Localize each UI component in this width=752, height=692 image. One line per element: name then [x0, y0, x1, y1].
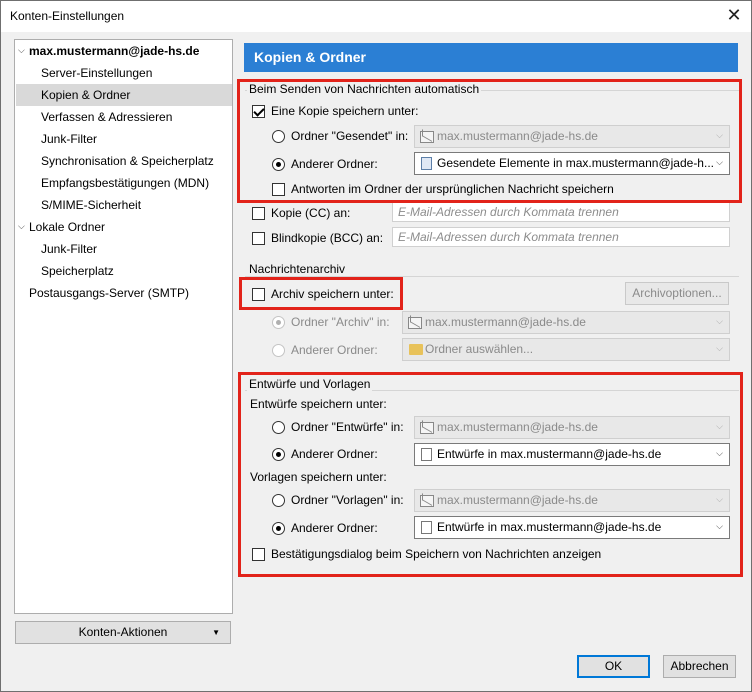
drafts-save-label: Entwürfe speichern unter:: [250, 397, 387, 411]
other-folder-radio[interactable]: [272, 158, 285, 171]
sent-folder-select[interactable]: max.mustermann@jade-hs.de ⌵: [414, 125, 730, 148]
chevron-down-icon: ⌵: [716, 522, 723, 532]
dropdown-arrow-icon: ▼: [212, 628, 220, 637]
confirm-dialog-checkbox[interactable]: [252, 548, 265, 561]
cc-input[interactable]: E-Mail-Adressen durch Kommata trennen: [392, 202, 730, 222]
archive-other-value: Ordner auswählen...: [425, 342, 534, 356]
chevron-down-icon: ⌵: [716, 422, 723, 432]
templates-folder-label: Ordner "Vorlagen" in:: [291, 493, 404, 507]
chevron-down-icon: ⌵: [716, 495, 723, 505]
account-icon: [420, 131, 434, 143]
drafts-group-label: Entwürfe und Vorlagen: [247, 377, 373, 391]
chevron-down-icon: ⌵: [716, 449, 723, 459]
window-title: Konten-Einstellungen: [10, 9, 125, 23]
tree-item-smime[interactable]: S/MIME-Sicherheit: [41, 194, 141, 216]
other-folder-label: Anderer Ordner:: [291, 157, 378, 171]
tree-item-copies-folders[interactable]: Kopien & Ordner: [16, 84, 232, 106]
tree-item-receipts[interactable]: Empfangsbestätigungen (MDN): [41, 172, 209, 194]
archive-folder-select[interactable]: max.mustermann@jade-hs.de ⌵: [402, 311, 730, 334]
chevron-down-icon[interactable]: ⌵: [18, 46, 25, 56]
other-folder-value: Gesendete Elemente in max.mustermann@jad…: [437, 156, 714, 170]
replies-label: Antworten im Ordner der ursprünglichen N…: [291, 182, 614, 196]
account-tree: ⌵ max.mustermann@jade-hs.de Server-Einst…: [14, 39, 233, 614]
bcc-checkbox[interactable]: [252, 232, 265, 245]
cc-checkbox[interactable]: [252, 207, 265, 220]
folder-icon: [421, 157, 432, 170]
account-actions-button[interactable]: Konten-Aktionen ▼: [15, 621, 231, 644]
ok-button[interactable]: OK: [577, 655, 650, 678]
drafts-folder-label: Ordner "Entwürfe" in:: [291, 420, 404, 434]
folder-icon: [409, 344, 423, 355]
drafts-other-select[interactable]: Entwürfe in max.mustermann@jade-hs.de ⌵: [414, 443, 730, 466]
tree-item-sync-storage[interactable]: Synchronisation & Speicherplatz: [41, 150, 214, 172]
templates-other-value: Entwürfe in max.mustermann@jade-hs.de: [437, 520, 662, 534]
templates-folder-value: max.mustermann@jade-hs.de: [437, 493, 598, 507]
cancel-button[interactable]: Abbrechen: [663, 655, 736, 678]
tree-item-composition[interactable]: Verfassen & Adressieren: [41, 106, 172, 128]
sent-folder-radio[interactable]: [272, 130, 285, 143]
archive-folder-value: max.mustermann@jade-hs.de: [425, 315, 586, 329]
tree-item-junk-filter[interactable]: Junk-Filter: [41, 128, 97, 150]
divider: [245, 276, 739, 277]
sent-folder-value: max.mustermann@jade-hs.de: [437, 129, 598, 143]
chevron-down-icon: ⌵: [716, 158, 723, 168]
cc-label: Kopie (CC) an:: [271, 206, 351, 220]
tree-item-server-settings[interactable]: Server-Einstellungen: [41, 62, 152, 84]
account-settings-window: Konten-Einstellungen ✕ ⌵ max.mustermann@…: [0, 0, 752, 692]
document-icon: [421, 448, 432, 461]
templates-other-label: Anderer Ordner:: [291, 521, 378, 535]
archive-label: Archiv speichern unter:: [271, 287, 394, 301]
templates-folder-select[interactable]: max.mustermann@jade-hs.de ⌵: [414, 489, 730, 512]
drafts-folder-radio[interactable]: [272, 421, 285, 434]
account-actions-label: Konten-Aktionen: [78, 625, 168, 639]
tree-local-folders[interactable]: Lokale Ordner: [29, 216, 105, 238]
title-bar: Konten-Einstellungen ✕: [1, 1, 751, 32]
tree-item-local-junk[interactable]: Junk-Filter: [41, 238, 97, 260]
chevron-down-icon: ⌵: [716, 131, 723, 141]
account-icon: [420, 495, 434, 507]
save-copy-checkbox[interactable]: [252, 105, 265, 118]
archive-options-button[interactable]: Archivoptionen...: [625, 282, 729, 305]
account-icon: [408, 317, 422, 329]
confirm-dialog-label: Bestätigungsdialog beim Speichern von Na…: [271, 547, 602, 561]
chevron-down-icon: ⌵: [716, 317, 723, 327]
archive-other-select[interactable]: Ordner auswählen... ⌵: [402, 338, 730, 361]
chevron-down-icon: ⌵: [716, 344, 723, 354]
bcc-label: Blindkopie (BCC) an:: [271, 231, 384, 245]
templates-folder-radio[interactable]: [272, 494, 285, 507]
tree-account[interactable]: max.mustermann@jade-hs.de: [29, 40, 199, 62]
drafts-other-label: Anderer Ordner:: [291, 447, 378, 461]
account-icon: [420, 422, 434, 434]
templates-other-select[interactable]: Entwürfe in max.mustermann@jade-hs.de ⌵: [414, 516, 730, 539]
archive-folder-radio[interactable]: [272, 316, 285, 329]
other-folder-select[interactable]: Gesendete Elemente in max.mustermann@jad…: [414, 152, 730, 175]
send-group-label: Beim Senden von Nachrichten automatisch: [247, 82, 482, 96]
tree-smtp-server[interactable]: Postausgangs-Server (SMTP): [29, 282, 189, 304]
sent-folder-label: Ordner "Gesendet" in:: [291, 129, 409, 143]
archive-group-label: Nachrichtenarchiv: [247, 262, 348, 276]
drafts-folder-value: max.mustermann@jade-hs.de: [437, 420, 598, 434]
templates-other-radio[interactable]: [272, 522, 285, 535]
drafts-folder-select[interactable]: max.mustermann@jade-hs.de ⌵: [414, 416, 730, 439]
archive-other-radio[interactable]: [272, 344, 285, 357]
bcc-input[interactable]: E-Mail-Adressen durch Kommata trennen: [392, 227, 730, 247]
archive-folder-label: Ordner "Archiv" in:: [291, 315, 390, 329]
chevron-down-icon[interactable]: ⌵: [18, 222, 25, 232]
tree-item-local-storage[interactable]: Speicherplatz: [41, 260, 114, 282]
archive-checkbox[interactable]: [252, 288, 265, 301]
templates-save-label: Vorlagen speichern unter:: [250, 470, 387, 484]
archive-other-label: Anderer Ordner:: [291, 343, 378, 357]
drafts-other-radio[interactable]: [272, 448, 285, 461]
page-title: Kopien & Ordner: [244, 43, 738, 72]
close-icon[interactable]: ✕: [720, 3, 748, 29]
drafts-other-value: Entwürfe in max.mustermann@jade-hs.de: [437, 447, 662, 461]
replies-checkbox[interactable]: [272, 183, 285, 196]
save-copy-label: Eine Kopie speichern unter:: [271, 104, 419, 118]
document-icon: [421, 521, 432, 534]
